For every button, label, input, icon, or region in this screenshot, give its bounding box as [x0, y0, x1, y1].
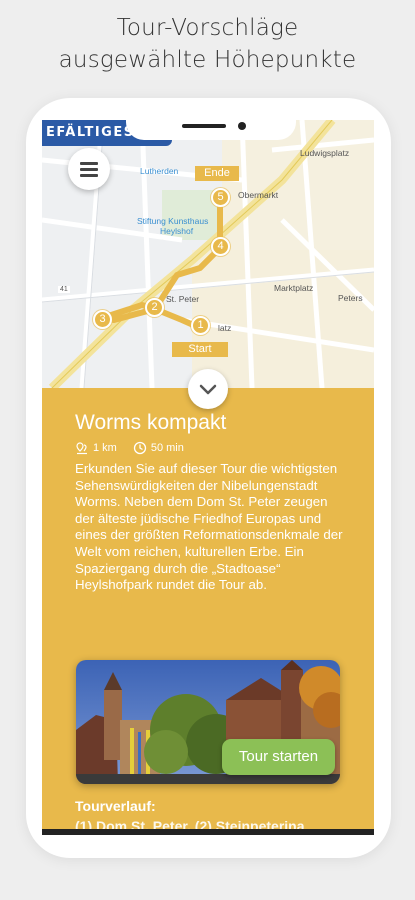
tour-start-button[interactable]: Tour starten	[222, 739, 335, 775]
tour-description: Erkunden Sie auf dieser Tour die wichtig…	[75, 461, 343, 593]
end-marker-label: Ende	[195, 166, 239, 181]
road-sign-41: 41	[58, 286, 70, 293]
tour-map[interactable]: Ludwigsplatz Lutherden Obermarkt Stiftun…	[42, 120, 374, 388]
hamburger-icon-line	[80, 168, 98, 171]
map-label-lutherden: Lutherden	[140, 166, 179, 176]
tour-meta: 1 km 50 min	[75, 440, 345, 456]
headline-line-2: ausgewählte Höhepunkte	[58, 47, 357, 73]
map-label-platz: latz	[218, 323, 232, 333]
speaker-bar	[182, 124, 226, 128]
map-label-ludwigsplatz: Ludwigsplatz	[300, 148, 350, 158]
camera-dot	[238, 122, 246, 130]
map-label-marktplatz: Marktplatz	[274, 283, 314, 293]
stop-pin-1[interactable]: 1	[191, 316, 210, 335]
map-label-obermarkt: Obermarkt	[238, 190, 279, 200]
tour-duration: 50 min	[150, 442, 184, 454]
clock-icon	[133, 441, 146, 455]
menu-button[interactable]	[68, 148, 110, 190]
map-label-kunsthaus: Stiftung Kunsthaus	[137, 216, 209, 226]
phone-notch	[126, 120, 296, 140]
stop-pin-4[interactable]: 4	[211, 237, 230, 256]
hamburger-icon	[80, 162, 98, 165]
chevron-down-icon	[199, 384, 217, 395]
map-label-st-peter: St. Peter	[166, 294, 200, 304]
hamburger-icon-line	[80, 174, 98, 177]
collapse-toggle-button[interactable]	[188, 369, 228, 409]
screen-bottom-edge	[42, 829, 374, 835]
route-pin-icon	[76, 442, 87, 455]
app-screen: Ludwigsplatz Lutherden Obermarkt Stiftun…	[42, 120, 374, 835]
map-label-heylshof: Heylshof	[160, 226, 194, 236]
stop-pin-3[interactable]: 3	[93, 310, 112, 329]
start-marker-label: Start	[172, 342, 228, 357]
headline-line-1: Tour-Vorschläge	[116, 15, 299, 41]
promo-headline: Tour-Vorschläge ausgewählte Höhepunkte	[0, 12, 415, 76]
route-heading: Tourverlauf:	[75, 798, 156, 814]
tour-details: Worms kompakt 1 km 50 min Erkunden Sie a…	[75, 410, 345, 594]
stop-pin-2[interactable]: 2	[145, 298, 164, 317]
stop-pin-5[interactable]: 5	[211, 188, 230, 207]
tour-title: Worms kompakt	[75, 411, 227, 434]
map-label-peters: Peters	[338, 293, 363, 303]
tour-distance: 1 km	[93, 442, 117, 454]
